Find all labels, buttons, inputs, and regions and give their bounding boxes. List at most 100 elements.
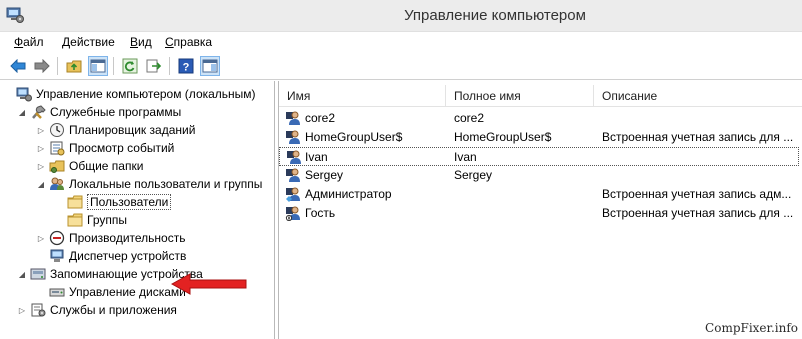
tree-item-label: Управление дисками	[69, 285, 186, 299]
users-list-view: Имя Полное имя Описание core2 core2 Home…	[278, 81, 802, 339]
user-row-guest[interactable]: Гость Встроенная учетная запись для ...	[279, 204, 799, 223]
tree-expander[interactable]: ◢	[17, 265, 27, 283]
tree-item-label: Просмотр событий	[69, 141, 175, 155]
show-tree-icon	[90, 59, 106, 73]
tree-item-computer-management[interactable]: Управление компьютером (локальным)	[3, 85, 256, 103]
user-icon	[287, 150, 301, 164]
toolbar-separator	[57, 57, 58, 75]
tree-item-label: Диспетчер устройств	[69, 249, 187, 263]
user-name: Администратор	[305, 187, 392, 201]
tree-item-local-users-groups[interactable]: ◢ Локальные пользователи и группы	[36, 175, 262, 193]
tree-item-label: Локальные пользователи и группы	[69, 177, 263, 191]
show-action-pane-button[interactable]	[200, 56, 220, 76]
toolbar-separator	[113, 57, 114, 75]
help-button[interactable]: ?	[176, 56, 196, 76]
disk-icon	[49, 288, 65, 297]
user-name: Sergey	[305, 168, 344, 182]
tree-item-groups[interactable]: Группы	[67, 211, 127, 229]
device-manager-icon	[50, 249, 64, 262]
user-row-homegroupuser[interactable]: HomeGroupUser$ HomeGroupUser$ Встроенная…	[279, 128, 799, 147]
user-description: Встроенная учетная запись адм...	[602, 187, 792, 201]
user-name: HomeGroupUser$	[305, 130, 403, 144]
tree-item-task-scheduler[interactable]: ▷ Планировщик заданий	[36, 121, 195, 139]
show-tree-button[interactable]	[88, 56, 108, 76]
user-icon	[286, 111, 300, 125]
user-row-core2[interactable]: core2 core2	[279, 109, 799, 128]
guest-user-icon	[285, 206, 300, 221]
back-icon	[10, 59, 26, 73]
performance-icon	[49, 230, 65, 246]
storage-icon	[30, 268, 46, 280]
tree-expander[interactable]: ▷	[36, 139, 46, 157]
tree-item-users[interactable]: Пользователи	[67, 193, 172, 211]
user-name: core2	[305, 111, 336, 125]
menu-action[interactable]: Действие	[62, 35, 115, 49]
tree-item-performance[interactable]: ▷ Производительность	[36, 229, 185, 247]
computer-management-icon	[16, 87, 32, 102]
shared-folder-icon	[49, 160, 65, 173]
tree-item-label: Управление компьютером (локальным)	[36, 87, 256, 101]
back-button[interactable]	[8, 56, 28, 76]
services-icon	[31, 303, 46, 317]
export-list-button[interactable]	[144, 56, 164, 76]
forward-icon	[34, 59, 50, 73]
forward-button[interactable]	[32, 56, 52, 76]
user-row-sergey[interactable]: Sergey Sergey	[279, 166, 799, 185]
toolbar-separator	[169, 57, 170, 75]
column-header-name[interactable]: Имя	[279, 85, 446, 107]
tree-item-disk-management[interactable]: Управление дисками	[49, 283, 186, 301]
user-icon	[286, 168, 300, 182]
properties-icon	[202, 59, 218, 73]
tree-expander[interactable]: ▷	[36, 121, 46, 139]
tree-item-system-tools[interactable]: ◢ Служебные программы	[17, 103, 181, 121]
tree-item-label: Служебные программы	[50, 105, 182, 119]
menu-bar: Файл Действие Вид Справка	[0, 32, 802, 52]
menu-view[interactable]: Вид	[130, 35, 152, 49]
tree-expander[interactable]: ▷	[36, 229, 46, 247]
tree-expander[interactable]: ◢	[36, 175, 46, 193]
help-icon: ?	[178, 58, 194, 74]
user-full-name: core2	[454, 111, 485, 125]
tree-item-services-apps[interactable]: ▷ Службы и приложения	[17, 301, 177, 319]
user-row-administrator[interactable]: Администратор Встроенная учетная запись …	[279, 185, 799, 204]
event-viewer-icon	[50, 141, 65, 156]
svg-text:?: ?	[183, 62, 190, 74]
admin-user-icon	[286, 187, 300, 202]
menu-file[interactable]: Файл	[14, 35, 44, 49]
export-icon	[146, 59, 162, 73]
user-icon	[286, 130, 300, 144]
clock-icon	[50, 123, 64, 137]
console-tree: Управление компьютером (локальным) ◢ Слу…	[0, 81, 275, 339]
tree-expander[interactable]: ◢	[17, 103, 27, 121]
user-name: Гость	[305, 206, 336, 220]
tree-expander[interactable]: ▷	[36, 157, 46, 175]
up-folder-button[interactable]	[64, 56, 84, 76]
tree-item-label: Группы	[87, 213, 127, 227]
user-description: Встроенная учетная запись для ...	[602, 206, 794, 220]
tools-icon	[32, 105, 46, 119]
users-groups-icon	[50, 177, 64, 190]
column-header-description[interactable]: Описание	[594, 85, 799, 107]
tree-item-label: Пользователи	[87, 194, 172, 210]
user-row-ivan[interactable]: Ivan Ivan	[279, 147, 799, 166]
tree-item-label: Планировщик заданий	[69, 123, 196, 137]
folder-icon	[67, 213, 83, 227]
user-full-name: HomeGroupUser$	[454, 130, 552, 144]
tree-item-shared-folders[interactable]: ▷ Общие папки	[36, 157, 143, 175]
tree-item-event-viewer[interactable]: ▷ Просмотр событий	[36, 139, 174, 157]
user-full-name: Ivan	[454, 150, 477, 164]
tree-expander[interactable]: ▷	[17, 301, 27, 319]
tree-item-label: Службы и приложения	[50, 303, 177, 317]
tree-item-device-manager[interactable]: Диспетчер устройств	[49, 247, 186, 265]
column-header-full-name[interactable]: Полное имя	[446, 85, 594, 107]
tree-expander	[3, 85, 13, 103]
refresh-icon	[122, 58, 138, 74]
menu-help[interactable]: Справка	[165, 35, 212, 49]
tree-item-label: Производительность	[69, 231, 186, 245]
user-full-name: Sergey	[454, 168, 493, 182]
up-folder-icon	[66, 60, 82, 73]
list-header: Имя Полное имя Описание	[279, 85, 802, 107]
watermark: CompFixer.info	[705, 321, 798, 335]
refresh-button[interactable]	[120, 56, 140, 76]
folder-icon	[67, 195, 83, 209]
